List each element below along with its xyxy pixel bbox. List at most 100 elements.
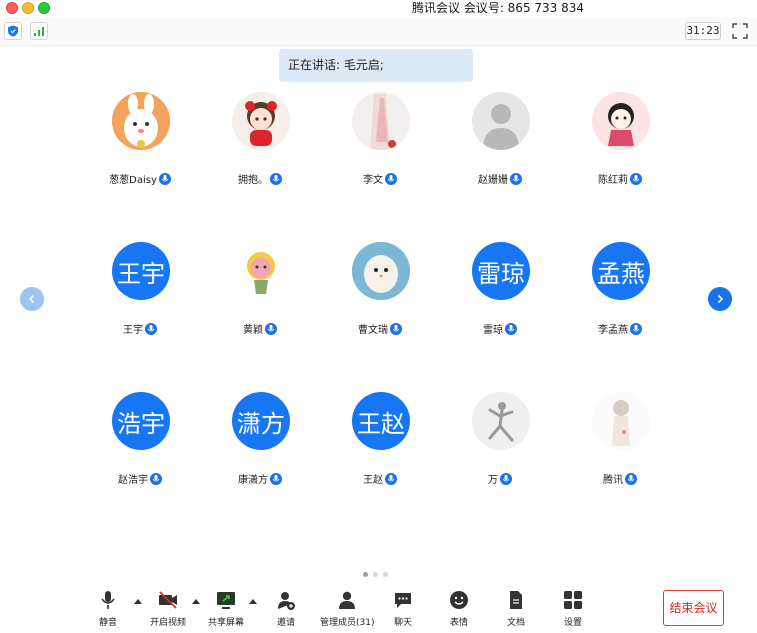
microphone-icon bbox=[270, 473, 282, 485]
docs-button[interactable]: 文档 bbox=[505, 589, 527, 631]
microphone-icon bbox=[270, 173, 282, 185]
avatar: 孟燕 bbox=[592, 242, 650, 300]
participant-name: 腾讯 bbox=[560, 471, 680, 486]
microphone-icon bbox=[145, 323, 157, 335]
participant-name: 王宇 bbox=[80, 321, 200, 336]
participant-tile[interactable]: 曹文瑞 bbox=[320, 240, 440, 350]
chevron-left-icon bbox=[28, 294, 35, 304]
page-dot[interactable] bbox=[383, 572, 388, 577]
participant-name: 李文 bbox=[320, 171, 440, 186]
invite-button[interactable]: 邀请 bbox=[275, 589, 297, 631]
microphone-icon bbox=[510, 173, 522, 185]
microphone-icon bbox=[630, 173, 642, 185]
share-screen-button[interactable]: 共享屏幕 bbox=[208, 589, 244, 631]
smiley-icon bbox=[448, 589, 470, 611]
participant-name: 曹文瑞 bbox=[320, 321, 440, 336]
participant-name: 葱葱Daisy bbox=[80, 171, 200, 186]
maximize-window-button[interactable] bbox=[38, 2, 50, 14]
microphone-icon bbox=[505, 323, 517, 335]
microphone-icon bbox=[625, 473, 637, 485]
avatar bbox=[112, 92, 170, 150]
participant-tile[interactable]: 陈红莉 bbox=[560, 90, 680, 200]
top-toolbar: 31:23 bbox=[0, 18, 757, 46]
settings-button[interactable]: 设置 bbox=[562, 589, 584, 631]
microphone-icon bbox=[150, 473, 162, 485]
microphone-icon bbox=[97, 589, 119, 611]
share-options-caret[interactable] bbox=[249, 599, 257, 604]
speaking-banner: 正在讲话: 毛元启; bbox=[279, 49, 473, 82]
participant-name: 康潇方 bbox=[200, 471, 320, 486]
avatar: 雷琼 bbox=[472, 242, 530, 300]
participant-name: 雷琼 bbox=[440, 321, 560, 336]
participant-tile[interactable]: 拥抱。 bbox=[200, 90, 320, 200]
microphone-icon bbox=[630, 323, 642, 335]
participant-tile[interactable]: 王赵 王赵 bbox=[320, 390, 440, 500]
participant-tile[interactable]: 雷琼 雷琼 bbox=[440, 240, 560, 350]
participant-tile[interactable]: 黄颖 bbox=[200, 240, 320, 350]
minimize-window-button[interactable] bbox=[22, 2, 34, 14]
manage-members-button[interactable]: 管理成员(31) bbox=[320, 589, 374, 631]
participant-name: 赵姗姗 bbox=[440, 171, 560, 186]
close-window-button[interactable] bbox=[6, 2, 18, 14]
participant-name: 万 bbox=[440, 471, 560, 486]
avatar: 浩宇 bbox=[112, 392, 170, 450]
avatar bbox=[352, 242, 410, 300]
settings-grid-icon bbox=[562, 589, 584, 611]
avatar bbox=[472, 392, 530, 450]
avatar: 王赵 bbox=[352, 392, 410, 450]
chat-button[interactable]: 聊天 bbox=[392, 589, 414, 631]
title-bar: 腾讯会议 会议号: 865 733 834 bbox=[0, 0, 757, 18]
microphone-icon bbox=[385, 473, 397, 485]
microphone-icon bbox=[385, 173, 397, 185]
microphone-icon bbox=[390, 323, 402, 335]
page-dot[interactable] bbox=[363, 572, 368, 577]
participant-tile[interactable]: 万 bbox=[440, 390, 560, 500]
end-meeting-button[interactable]: 结束会议 bbox=[663, 590, 724, 626]
participant-tile[interactable]: 潇方 康潇方 bbox=[200, 390, 320, 500]
video-off-icon bbox=[157, 589, 179, 611]
avatar bbox=[592, 392, 650, 450]
chevron-right-icon bbox=[717, 294, 724, 304]
participant-tile[interactable]: 腾讯 bbox=[560, 390, 680, 500]
document-icon bbox=[505, 589, 527, 611]
avatar: 潇方 bbox=[232, 392, 290, 450]
microphone-icon bbox=[158, 173, 171, 185]
bottom-toolbar: 静音 开启视频 共享屏幕 邀请 管理成员(31) 聊天 表情 文档 设置 结束会… bbox=[0, 585, 757, 633]
avatar bbox=[232, 242, 290, 300]
avatar bbox=[352, 92, 410, 150]
participant-tile[interactable]: 浩宇 赵浩宇 bbox=[80, 390, 200, 500]
meeting-timer: 31:23 bbox=[685, 22, 721, 40]
fullscreen-icon[interactable] bbox=[732, 23, 748, 39]
reactions-button[interactable]: 表情 bbox=[448, 589, 470, 631]
participant-tile[interactable]: 赵姗姗 bbox=[440, 90, 560, 200]
video-options-caret[interactable] bbox=[192, 599, 200, 604]
avatar bbox=[592, 92, 650, 150]
avatar bbox=[472, 92, 530, 150]
mute-options-caret[interactable] bbox=[134, 599, 142, 604]
participant-name: 陈红莉 bbox=[560, 171, 680, 186]
shield-icon[interactable] bbox=[4, 22, 22, 40]
window-title: 腾讯会议 会议号: 865 733 834 bbox=[412, 1, 585, 15]
share-screen-icon bbox=[215, 589, 237, 611]
members-icon bbox=[336, 589, 358, 611]
mute-button[interactable]: 静音 bbox=[97, 589, 119, 631]
participant-tile[interactable]: 孟燕 李孟燕 bbox=[560, 240, 680, 350]
signal-icon[interactable] bbox=[30, 22, 48, 40]
avatar: 王宇 bbox=[112, 242, 170, 300]
previous-page-button[interactable] bbox=[20, 287, 44, 311]
page-dot[interactable] bbox=[373, 572, 378, 577]
microphone-icon bbox=[500, 473, 512, 485]
participant-name: 王赵 bbox=[320, 471, 440, 486]
participant-tile[interactable]: 李文 bbox=[320, 90, 440, 200]
participant-tile[interactable]: 葱葱Daisy bbox=[80, 90, 200, 200]
participant-name: 黄颖 bbox=[200, 321, 320, 336]
page-indicator bbox=[363, 572, 388, 577]
avatar bbox=[232, 92, 290, 150]
start-video-button[interactable]: 开启视频 bbox=[150, 589, 186, 631]
microphone-icon bbox=[265, 323, 277, 335]
participant-name: 李孟燕 bbox=[560, 321, 680, 336]
invite-user-icon bbox=[275, 589, 297, 611]
participant-tile[interactable]: 王宇 王宇 bbox=[80, 240, 200, 350]
next-page-button[interactable] bbox=[708, 287, 732, 311]
participant-name: 赵浩宇 bbox=[80, 471, 200, 486]
